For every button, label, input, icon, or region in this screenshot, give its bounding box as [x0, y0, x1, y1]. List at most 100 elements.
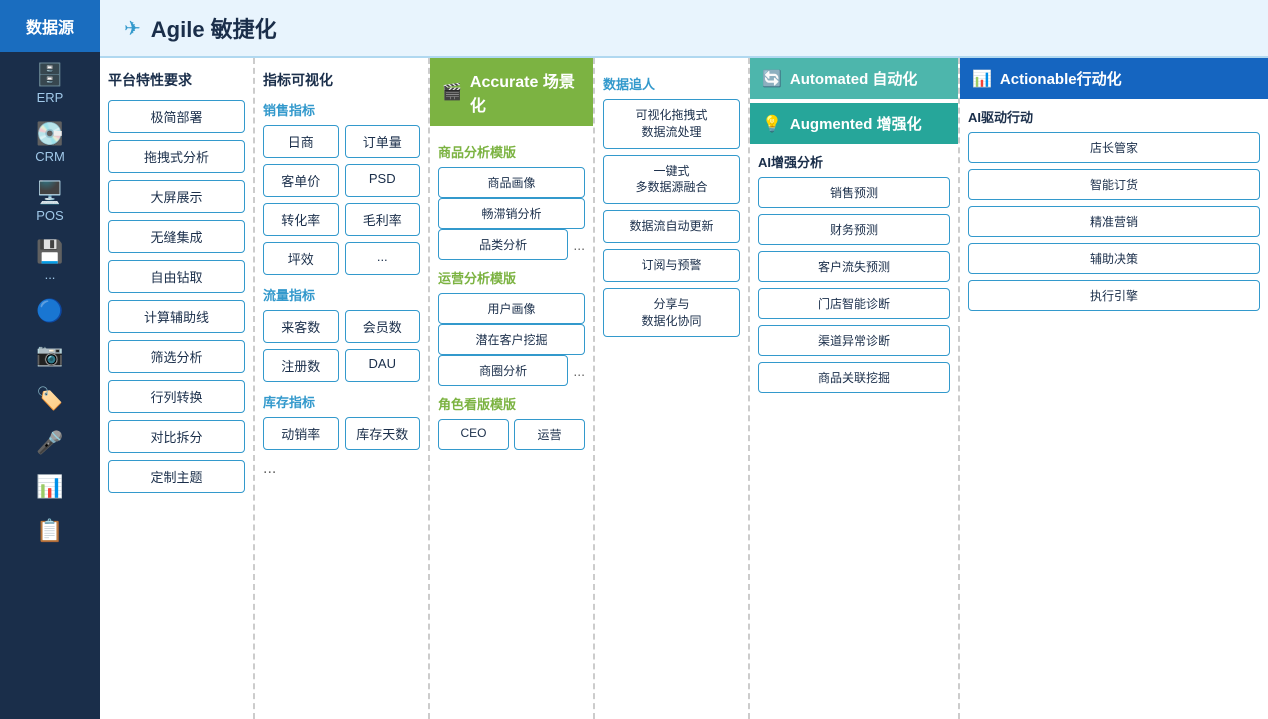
sidebar-item-social[interactable]: 🔵 — [0, 288, 100, 332]
product-tag-0[interactable]: 商品画像 — [438, 167, 585, 198]
inventory-metrics-title: 库存指标 — [263, 392, 420, 411]
platform-tag-0[interactable]: 极简部署 — [108, 100, 245, 133]
metric-tag-1[interactable]: 订单量 — [345, 125, 421, 158]
traffic-tag-1[interactable]: 会员数 — [345, 310, 421, 343]
ai-tag-0[interactable]: 销售预测 — [758, 177, 950, 208]
metric-tag-5[interactable]: 毛利率 — [345, 203, 421, 236]
role-tag-ops[interactable]: 运营 — [514, 419, 585, 450]
ai-action-title: AI驱动行动 — [968, 107, 1260, 126]
sidebar-item-pos[interactable]: 🖥️ POS — [0, 170, 100, 229]
ai-analysis-title: AI增强分析 — [758, 152, 950, 171]
main-content: ✈ Agile 敏捷化 平台特性要求 极简部署 拖拽式分析 大屏展示 无缝集成 … — [100, 0, 1268, 719]
action-tag-0[interactable]: 店长管家 — [968, 132, 1260, 163]
product-analysis-title: 商品分析模版 — [438, 142, 585, 161]
action-tag-1[interactable]: 智能订货 — [968, 169, 1260, 200]
augmented-title: Augmented 增强化 — [790, 113, 922, 134]
sidebar-item-mic[interactable]: 🎤 — [0, 420, 100, 464]
sales-metrics-grid: 日商 订单量 客单价 PSD 转化率 毛利率 坪效 ... — [263, 125, 420, 275]
platform-tag-5[interactable]: 计算辅助线 — [108, 300, 245, 333]
traffic-metrics-grid: 来客数 会员数 注册数 DAU — [263, 310, 420, 382]
inventory-tag-0[interactable]: 动销率 — [263, 417, 339, 450]
sidebar-item-crm[interactable]: 💽 CRM — [0, 111, 100, 170]
ops-ellipsis: ... — [573, 363, 585, 379]
tag-icon: 🏷️ — [36, 386, 63, 412]
augmented-header: 💡 Augmented 增强化 — [750, 103, 958, 144]
sidebar-label-pos: POS — [36, 208, 63, 223]
product-ellipsis: ... — [573, 237, 585, 253]
traffic-tag-2[interactable]: 注册数 — [263, 349, 339, 382]
platform-tag-7[interactable]: 行列转换 — [108, 380, 245, 413]
excel-icon: 📊 — [36, 474, 63, 500]
top-bar: ✈ Agile 敏捷化 — [100, 0, 1268, 58]
sidebar-item-clipboard[interactable]: 📋 — [0, 508, 100, 552]
sidebar-item-more[interactable]: 💾 ... — [0, 229, 100, 288]
actionable-inner: AI驱动行动 店长管家 智能订货 精准营销 辅助决策 执行引擎 — [960, 99, 1268, 325]
ops-tag-2[interactable]: 商圈分析 — [438, 355, 568, 386]
analysis-inner: 商品分析模版 商品画像 畅滞销分析 品类分析 ... 运营分析模版 用户画像 潜… — [430, 126, 593, 719]
automated-augmented-column: 🔄 Automated 自动化 💡 Augmented 增强化 AI增强分析 销… — [750, 58, 960, 719]
platform-tag-9[interactable]: 定制主题 — [108, 460, 245, 493]
sidebar-item-erp[interactable]: 🗄️ ERP — [0, 52, 100, 111]
action-tag-2[interactable]: 精准营销 — [968, 206, 1260, 237]
sidebar-item-excel[interactable]: 📊 — [0, 464, 100, 508]
ai-tag-1[interactable]: 财务预测 — [758, 214, 950, 245]
platform-tag-4[interactable]: 自由钻取 — [108, 260, 245, 293]
agile-icon: ✈ — [124, 16, 141, 41]
product-row-2: 品类分析 ... — [438, 229, 585, 260]
metric-tag-0[interactable]: 日商 — [263, 125, 339, 158]
role-row: CEO 运营 — [438, 419, 585, 450]
track-tag-0[interactable]: 可视化拖拽式数据流处理 — [603, 99, 740, 149]
action-tag-3[interactable]: 辅助决策 — [968, 243, 1260, 274]
ai-tag-3[interactable]: 门店智能诊断 — [758, 288, 950, 319]
accurate-header: 🎬 Accurate 场景化 — [430, 58, 593, 126]
sidebar-label-erp: ERP — [37, 90, 64, 105]
social-icon: 🔵 — [36, 298, 63, 324]
ai-tag-2[interactable]: 客户流失预测 — [758, 251, 950, 282]
action-tag-4[interactable]: 执行引擎 — [968, 280, 1260, 311]
automated-icon: 🔄 — [762, 69, 782, 89]
track-tag-3[interactable]: 订阅与预警 — [603, 249, 740, 282]
platform-tag-8[interactable]: 对比拆分 — [108, 420, 245, 453]
platform-tag-3[interactable]: 无缝集成 — [108, 220, 245, 253]
ai-tag-5[interactable]: 商品关联挖掘 — [758, 362, 950, 393]
traffic-tag-0[interactable]: 来客数 — [263, 310, 339, 343]
metrics-title: 指标可视化 — [263, 70, 420, 90]
clipboard-icon: 📋 — [36, 518, 63, 544]
sidebar: 数据源 🗄️ ERP 💽 CRM 🖥️ POS 💾 ... 🔵 📷 🏷️ 🎤 — [0, 0, 100, 719]
platform-column: 平台特性要求 极简部署 拖拽式分析 大屏展示 无缝集成 自由钻取 计算辅助线 筛… — [100, 58, 255, 719]
accurate-header-icon: 🎬 — [442, 82, 462, 102]
track-tag-2[interactable]: 数据流自动更新 — [603, 210, 740, 243]
datatrack-title: 数据追人 — [603, 74, 740, 93]
role-analysis-title: 角色看版模版 — [438, 394, 585, 413]
ai-tag-4[interactable]: 渠道异常诊断 — [758, 325, 950, 356]
metric-tag-2[interactable]: 客单价 — [263, 164, 339, 197]
inventory-metrics-grid: 动销率 库存天数 — [263, 417, 420, 450]
ops-row-2: 商圈分析 ... — [438, 355, 585, 386]
traffic-tag-3[interactable]: DAU — [345, 349, 421, 382]
sidebar-item-camera[interactable]: 📷 — [0, 332, 100, 376]
metric-tag-3[interactable]: PSD — [345, 164, 421, 197]
track-tag-1[interactable]: 一键式多数据源融合 — [603, 155, 740, 205]
content-area: 平台特性要求 极简部署 拖拽式分析 大屏展示 无缝集成 自由钻取 计算辅助线 筛… — [100, 58, 1268, 719]
datatrack-column: 数据追人 可视化拖拽式数据流处理 一键式多数据源融合 数据流自动更新 订阅与预警… — [595, 58, 750, 719]
ops-tag-1[interactable]: 潜在客户挖掘 — [438, 324, 585, 355]
platform-tag-1[interactable]: 拖拽式分析 — [108, 140, 245, 173]
platform-tag-2[interactable]: 大屏展示 — [108, 180, 245, 213]
ops-tag-0[interactable]: 用户画像 — [438, 293, 585, 324]
product-tag-1[interactable]: 畅滞销分析 — [438, 198, 585, 229]
track-tag-4[interactable]: 分享与数据化协同 — [603, 288, 740, 338]
automated-header: 🔄 Automated 自动化 — [750, 58, 958, 99]
role-tag-ceo[interactable]: CEO — [438, 419, 509, 450]
sidebar-label-crm: CRM — [35, 149, 65, 164]
ops-analysis-title: 运营分析模版 — [438, 268, 585, 287]
metric-tag-6[interactable]: 坪效 — [263, 242, 339, 275]
metric-tag-4[interactable]: 转化率 — [263, 203, 339, 236]
platform-tag-6[interactable]: 筛选分析 — [108, 340, 245, 373]
pos-icon: 🖥️ — [36, 180, 63, 206]
product-tag-2[interactable]: 品类分析 — [438, 229, 568, 260]
mic-icon: 🎤 — [36, 430, 63, 456]
camera-icon: 📷 — [36, 342, 63, 368]
sidebar-item-tag[interactable]: 🏷️ — [0, 376, 100, 420]
inventory-tag-1[interactable]: 库存天数 — [345, 417, 421, 450]
accurate-header-title: Accurate 场景化 — [470, 68, 581, 116]
